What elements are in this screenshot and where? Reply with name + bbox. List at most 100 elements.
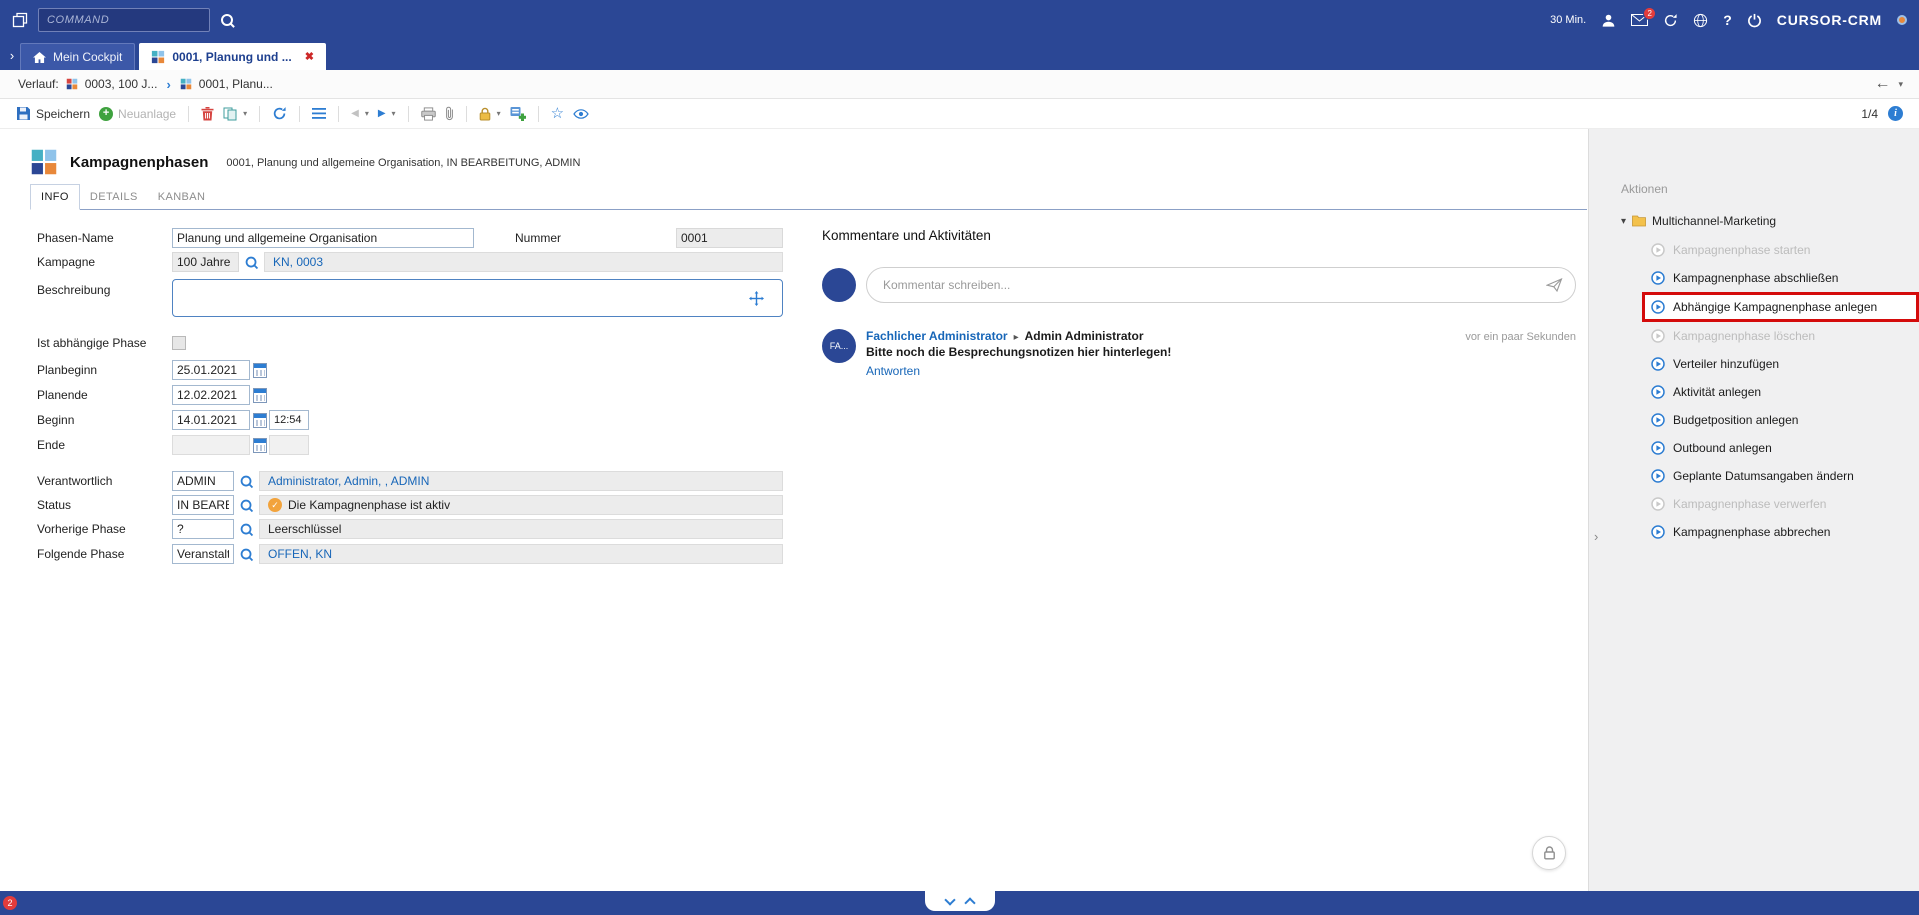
lookup-icon[interactable] <box>240 547 254 561</box>
caret-down-icon[interactable]: ▾ <box>243 109 247 118</box>
refresh-button[interactable] <box>272 106 287 121</box>
save-button[interactable]: Speichern <box>16 106 90 121</box>
caret-down-icon[interactable]: ▾ <box>392 109 396 118</box>
notification-badge[interactable]: 2 <box>3 896 17 910</box>
star-icon: ☆ <box>551 106 564 121</box>
logout-icon[interactable] <box>1747 13 1762 28</box>
send-icon[interactable] <box>1546 278 1563 292</box>
favorite-button[interactable]: ☆ <box>551 106 564 121</box>
paperclip-icon <box>445 106 454 121</box>
assign-record-button[interactable] <box>510 106 526 121</box>
beschreibung-row: Beschreibung <box>37 279 800 317</box>
mail-icon[interactable]: 2 <box>1631 14 1648 26</box>
menu-button[interactable] <box>312 108 326 119</box>
tab-details[interactable]: DETAILS <box>80 185 148 209</box>
move-icon[interactable] <box>749 291 764 306</box>
info-icon[interactable]: i <box>1888 106 1903 121</box>
tab-mein-cockpit[interactable]: Mein Cockpit <box>20 43 135 70</box>
beschreibung-textarea[interactable] <box>172 279 783 317</box>
hamburger-icon <box>312 108 326 119</box>
print-button[interactable] <box>421 107 436 121</box>
action-group-label: Multichannel-Marketing <box>1652 214 1776 228</box>
status-input[interactable] <box>172 495 234 515</box>
lookup-icon[interactable] <box>240 498 254 512</box>
verantwortlich-link[interactable]: Administrator, Admin, , ADMIN <box>268 474 429 488</box>
reply-button[interactable]: Antworten <box>866 364 920 378</box>
tree-collapse-icon[interactable]: ▾ <box>1621 216 1626 227</box>
planende-input[interactable] <box>172 385 250 405</box>
beginn-time-input[interactable] <box>269 410 309 430</box>
plus-icon: + <box>99 107 113 121</box>
folgende-phase-input[interactable] <box>172 544 234 564</box>
copy-icon <box>223 107 237 121</box>
record-counter: 1/4 <box>1861 107 1878 121</box>
ende-time-input[interactable] <box>269 435 309 455</box>
delete-button[interactable] <box>201 107 214 121</box>
actions-panel: › Aktionen ▾ Multichannel-Marketing Kamp… <box>1588 129 1919 891</box>
chevron-down-icon[interactable]: ▾ <box>1898 79 1903 90</box>
kampagne-link[interactable]: KN, 0003 <box>273 255 323 269</box>
comment-author-link[interactable]: Fachlicher Administrator <box>866 329 1008 343</box>
tab-kanban[interactable]: KANBAN <box>148 185 216 209</box>
action-kampagnenphase-verwerfen: Kampagnenphase verwerfen <box>1651 490 1919 518</box>
history-back-icon[interactable]: ← <box>1874 75 1890 93</box>
folgende-phase-link[interactable]: OFFEN, KN <box>268 547 332 561</box>
comment-recipient: Admin Administrator <box>1025 329 1144 343</box>
calendar-icon[interactable] <box>253 363 267 378</box>
search-icon[interactable] <box>220 13 235 28</box>
user-icon[interactable] <box>1601 13 1616 28</box>
tabs-overflow-icon[interactable]: › <box>4 48 20 63</box>
history-icon[interactable] <box>1663 13 1678 28</box>
network-icon[interactable] <box>1693 13 1708 28</box>
command-input[interactable] <box>38 8 210 32</box>
caret-down-icon[interactable]: ▾ <box>497 109 501 118</box>
vorherige-phase-input[interactable] <box>172 519 234 539</box>
lock-button[interactable]: ▾ <box>479 107 501 121</box>
collapse-down-icon[interactable] <box>944 894 955 905</box>
nummer-input[interactable] <box>676 228 783 248</box>
close-tab-icon[interactable]: ✖ <box>305 50 314 63</box>
tab-record-kampagnenphase[interactable]: 0001, Planung und ... ✖ <box>139 43 326 70</box>
planbeginn-input[interactable] <box>172 360 250 380</box>
ist-abhaengige-phase-checkbox[interactable] <box>172 336 186 350</box>
calendar-icon[interactable] <box>253 438 267 453</box>
action-verteiler-hinzufuegen[interactable]: Verteiler hinzufügen <box>1651 350 1919 378</box>
phasen-name-input[interactable] <box>172 228 474 248</box>
action-aktivitaet-anlegen[interactable]: Aktivität anlegen <box>1651 378 1919 406</box>
attachment-button[interactable] <box>445 106 454 121</box>
new-record-button: + Neuanlage <box>99 107 176 121</box>
copy-button[interactable]: ▾ <box>223 107 247 121</box>
action-budgetposition-anlegen[interactable]: Budgetposition anlegen <box>1651 406 1919 434</box>
calendar-icon[interactable] <box>253 413 267 428</box>
expand-up-icon[interactable] <box>964 897 975 908</box>
next-record-button[interactable]: ▶ ▾ <box>378 108 396 119</box>
action-group-multichannel-marketing[interactable]: ▾ Multichannel-Marketing <box>1621 214 1919 228</box>
comment-input[interactable] <box>866 267 1576 303</box>
lookup-icon[interactable] <box>240 474 254 488</box>
action-kampagnenphase-abbrechen[interactable]: Kampagnenphase abbrechen <box>1651 518 1919 546</box>
beginn-input[interactable] <box>172 410 250 430</box>
verantwortlich-input[interactable] <box>172 471 234 491</box>
action-outbound-anlegen[interactable]: Outbound anlegen <box>1651 434 1919 462</box>
lookup-icon[interactable] <box>245 255 259 269</box>
kampagne-input[interactable] <box>172 252 239 272</box>
tab-info[interactable]: INFO <box>30 184 80 210</box>
lock-record-button[interactable] <box>1532 836 1566 870</box>
calendar-icon[interactable] <box>253 388 267 403</box>
statusbar: 2 <box>0 891 1919 915</box>
lookup-icon[interactable] <box>240 522 254 536</box>
action-abhaengige-kampagnenphase-anlegen[interactable]: Abhängige Kampagnenphase anlegen <box>1642 292 1919 322</box>
windows-icon[interactable] <box>12 12 28 28</box>
page-title: Kampagnenphasen <box>70 154 208 171</box>
action-kampagnenphase-abschliessen[interactable]: Kampagnenphase abschließen <box>1651 264 1919 292</box>
breadcrumb-item-1[interactable]: 0003, 100 J... <box>85 77 158 91</box>
preview-button[interactable] <box>573 109 589 119</box>
ende-input[interactable] <box>172 435 250 455</box>
collapse-panel-icon[interactable]: › <box>1594 529 1598 544</box>
action-geplante-datumsangaben-aendern[interactable]: Geplante Datumsangaben ändern <box>1651 462 1919 490</box>
next-arrow-icon: ▶ <box>378 108 386 119</box>
caret-down-icon[interactable]: ▾ <box>365 109 369 118</box>
printer-icon <box>421 107 436 121</box>
breadcrumb-item-2[interactable]: 0001, Planu... <box>199 77 273 91</box>
help-icon[interactable]: ? <box>1723 12 1732 28</box>
